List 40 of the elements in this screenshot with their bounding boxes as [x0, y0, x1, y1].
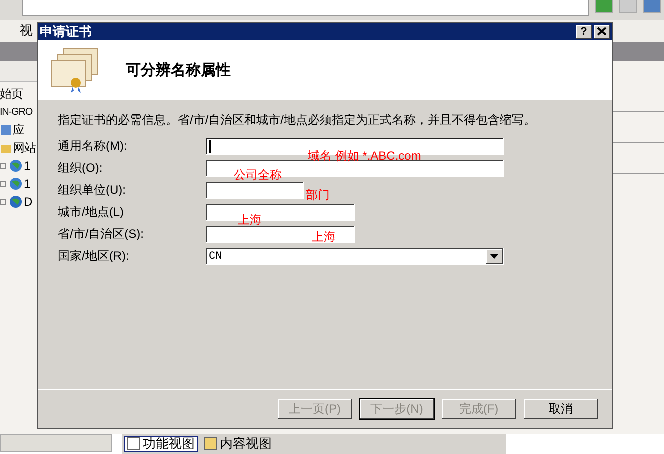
tree-item[interactable]: 网站 [0, 139, 37, 157]
annotation-text: 域名 例如 *.ABC.com [308, 148, 422, 165]
text-field[interactable] [206, 182, 304, 199]
globe-icon [0, 177, 23, 191]
annotation-text: 公司全称 [234, 167, 282, 184]
tree-item[interactable]: 1 [0, 157, 37, 175]
scrollbar[interactable] [0, 434, 112, 452]
field-label: 省/市/自治区(S): [58, 226, 145, 243]
view-icon [127, 437, 141, 451]
field-label: 国家/地区(R): [58, 248, 130, 265]
annotation-text: 部门 [306, 187, 330, 204]
instructions-text: 指定证书的必需信息。省/市/自治区和城市/地点必须指定为正式名称，并且不得包含缩写。 [58, 112, 538, 129]
window-title: 申请证书 [40, 22, 93, 40]
field-label: 组织(O): [58, 160, 104, 177]
app-icon [0, 124, 12, 136]
annotation-text: 上海 [312, 229, 336, 246]
text-field[interactable] [206, 226, 355, 243]
wizard-button[interactable]: 取消 [524, 399, 598, 419]
tree-item[interactable]: 应 [0, 121, 37, 139]
view-tab[interactable]: 内容视图 [201, 436, 275, 452]
globe-icon [0, 159, 23, 173]
close-icon [597, 27, 607, 36]
field-label: 通用名称(M): [58, 138, 128, 155]
country-dropdown[interactable]: CN [206, 248, 504, 265]
view-tab[interactable]: 功能视图 [124, 436, 198, 452]
tree-item[interactable]: 1 [0, 175, 37, 193]
view-icon [204, 437, 218, 451]
tree-item[interactable]: IN-GRO [0, 103, 37, 121]
help-button[interactable]: ? [576, 24, 592, 38]
field-label: 组织单位(U): [58, 182, 127, 199]
field-label: 城市/地点(L) [58, 204, 125, 221]
tree-item[interactable]: D [0, 193, 37, 211]
folder-icon [0, 142, 12, 154]
page-heading: 可分辨名称属性 [126, 60, 231, 80]
annotation-text: 上海 [238, 212, 262, 229]
close-button[interactable] [594, 24, 610, 38]
globe-icon [0, 195, 23, 209]
tree-item[interactable]: 始页 [0, 85, 37, 103]
address-field[interactable] [22, 0, 589, 16]
menu-item[interactable]: 视 [20, 22, 33, 40]
